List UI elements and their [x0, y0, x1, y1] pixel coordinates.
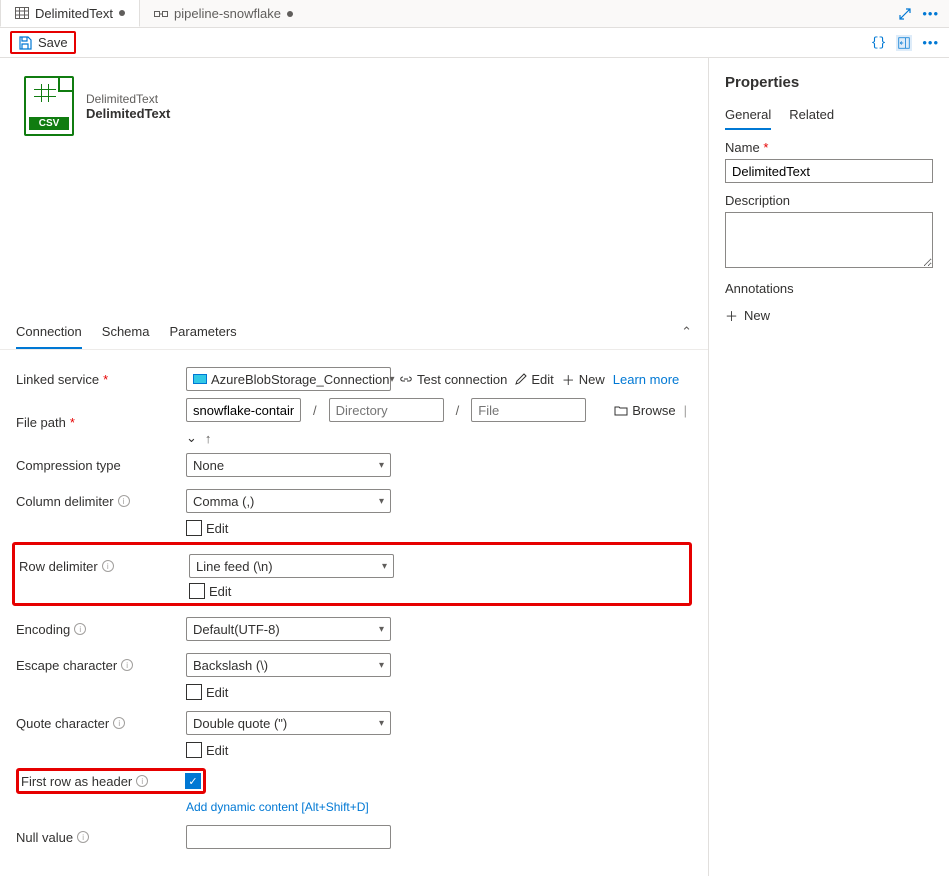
prop-name-label: Name *	[725, 140, 933, 155]
encoding-select[interactable]: Default(UTF-8)▾	[186, 617, 391, 641]
edit-label: Edit	[206, 685, 228, 700]
new-linked-service[interactable]: ＋New	[562, 370, 605, 389]
edit-label: Edit	[206, 743, 228, 758]
info-icon[interactable]: i	[118, 495, 130, 507]
escape-select[interactable]: Backslash (\)▾	[186, 653, 391, 677]
properties-title: Properties	[725, 74, 933, 91]
edit-label: Edit	[209, 584, 231, 599]
prop-name-input[interactable]	[725, 159, 933, 183]
quote-label: Quote character i	[16, 716, 186, 731]
more-icon[interactable]: •••	[922, 6, 939, 21]
compression-label: Compression type	[16, 458, 186, 473]
prop-desc-label: Description	[725, 193, 933, 208]
container-input[interactable]	[186, 398, 301, 422]
linked-service-label: Linked service*	[16, 372, 186, 387]
toolbar-more-icon[interactable]: •••	[922, 35, 939, 50]
storage-icon	[193, 374, 207, 384]
properties-toggle-icon[interactable]	[896, 35, 912, 51]
table-icon	[15, 7, 29, 19]
prop-annotations-label: Annotations	[725, 281, 933, 296]
null-value-input[interactable]	[186, 825, 391, 849]
tab-parameters[interactable]: Parameters	[169, 316, 236, 349]
collapse-icon[interactable]: ⌃	[681, 324, 692, 340]
dataset-name: DelimitedText	[86, 106, 170, 121]
expand-icon[interactable]	[898, 7, 912, 21]
dirty-indicator	[119, 10, 125, 16]
encoding-label: Encoding i	[16, 622, 186, 637]
first-row-label: First row as header	[21, 774, 132, 789]
tab-schema[interactable]: Schema	[102, 316, 150, 349]
info-icon[interactable]: i	[121, 659, 133, 671]
edit-label: Edit	[206, 521, 228, 536]
save-label: Save	[38, 35, 68, 50]
add-annotation-button[interactable]: ＋ New	[725, 306, 933, 325]
null-value-label: Null value i	[16, 830, 186, 845]
escape-label: Escape character i	[16, 658, 186, 673]
info-icon[interactable]: i	[113, 717, 125, 729]
escape-edit-checkbox[interactable]	[186, 684, 202, 700]
chevron-down-icon[interactable]: ⌄	[186, 430, 197, 446]
prop-tab-general[interactable]: General	[725, 103, 771, 130]
plus-icon: ＋	[562, 370, 575, 389]
add-dynamic-content-link[interactable]: Add dynamic content [Alt+Shift+D]	[186, 800, 369, 814]
pipeline-icon	[154, 8, 168, 20]
save-button[interactable]: Save	[10, 31, 76, 54]
quote-edit-checkbox[interactable]	[186, 742, 202, 758]
prop-tab-related[interactable]: Related	[789, 103, 834, 130]
dataset-csv-icon: CSV	[24, 76, 74, 136]
tab-connection[interactable]: Connection	[16, 316, 82, 349]
linked-service-select[interactable]: AzureBlobStorage_Connection ▾	[186, 367, 391, 391]
dataset-type: DelimitedText	[86, 92, 170, 106]
column-delim-edit-checkbox[interactable]	[186, 520, 202, 536]
compression-select[interactable]: None▾	[186, 453, 391, 477]
save-icon	[18, 36, 32, 50]
edit-linked-service[interactable]: Edit	[515, 372, 553, 387]
dirty-indicator	[287, 11, 293, 17]
info-icon[interactable]: i	[102, 560, 114, 572]
code-icon[interactable]: {}	[871, 35, 887, 50]
browse-button[interactable]: Browse	[614, 403, 675, 418]
prop-desc-textarea[interactable]	[725, 212, 933, 268]
row-delim-edit-checkbox[interactable]	[189, 583, 205, 599]
file-tab-delimitedtext[interactable]: DelimitedText	[0, 0, 140, 27]
row-delim-label: Row delimiter i	[19, 559, 189, 574]
tab-label: pipeline-snowflake	[174, 6, 281, 21]
info-icon[interactable]: i	[77, 831, 89, 843]
info-icon[interactable]: i	[74, 623, 86, 635]
test-connection-button[interactable]: Test connection	[399, 372, 507, 387]
first-row-checkbox[interactable]: ✓	[185, 773, 201, 789]
learn-more-link[interactable]: Learn more	[613, 372, 679, 387]
folder-icon	[614, 405, 628, 416]
file-input[interactable]	[471, 398, 586, 422]
row-delim-select[interactable]: Line feed (\n)▾	[189, 554, 394, 578]
link-icon	[399, 373, 413, 385]
directory-input[interactable]	[329, 398, 444, 422]
column-delim-label: Column delimiter i	[16, 494, 186, 509]
file-path-label: File path*	[16, 415, 186, 430]
tab-label: DelimitedText	[35, 6, 113, 21]
pencil-icon	[515, 373, 527, 385]
file-tab-pipeline[interactable]: pipeline-snowflake	[140, 0, 307, 27]
quote-select[interactable]: Double quote (")▾	[186, 711, 391, 735]
plus-icon: ＋	[725, 306, 738, 325]
info-icon[interactable]: i	[136, 775, 148, 787]
column-delim-select[interactable]: Comma (,)▾	[186, 489, 391, 513]
